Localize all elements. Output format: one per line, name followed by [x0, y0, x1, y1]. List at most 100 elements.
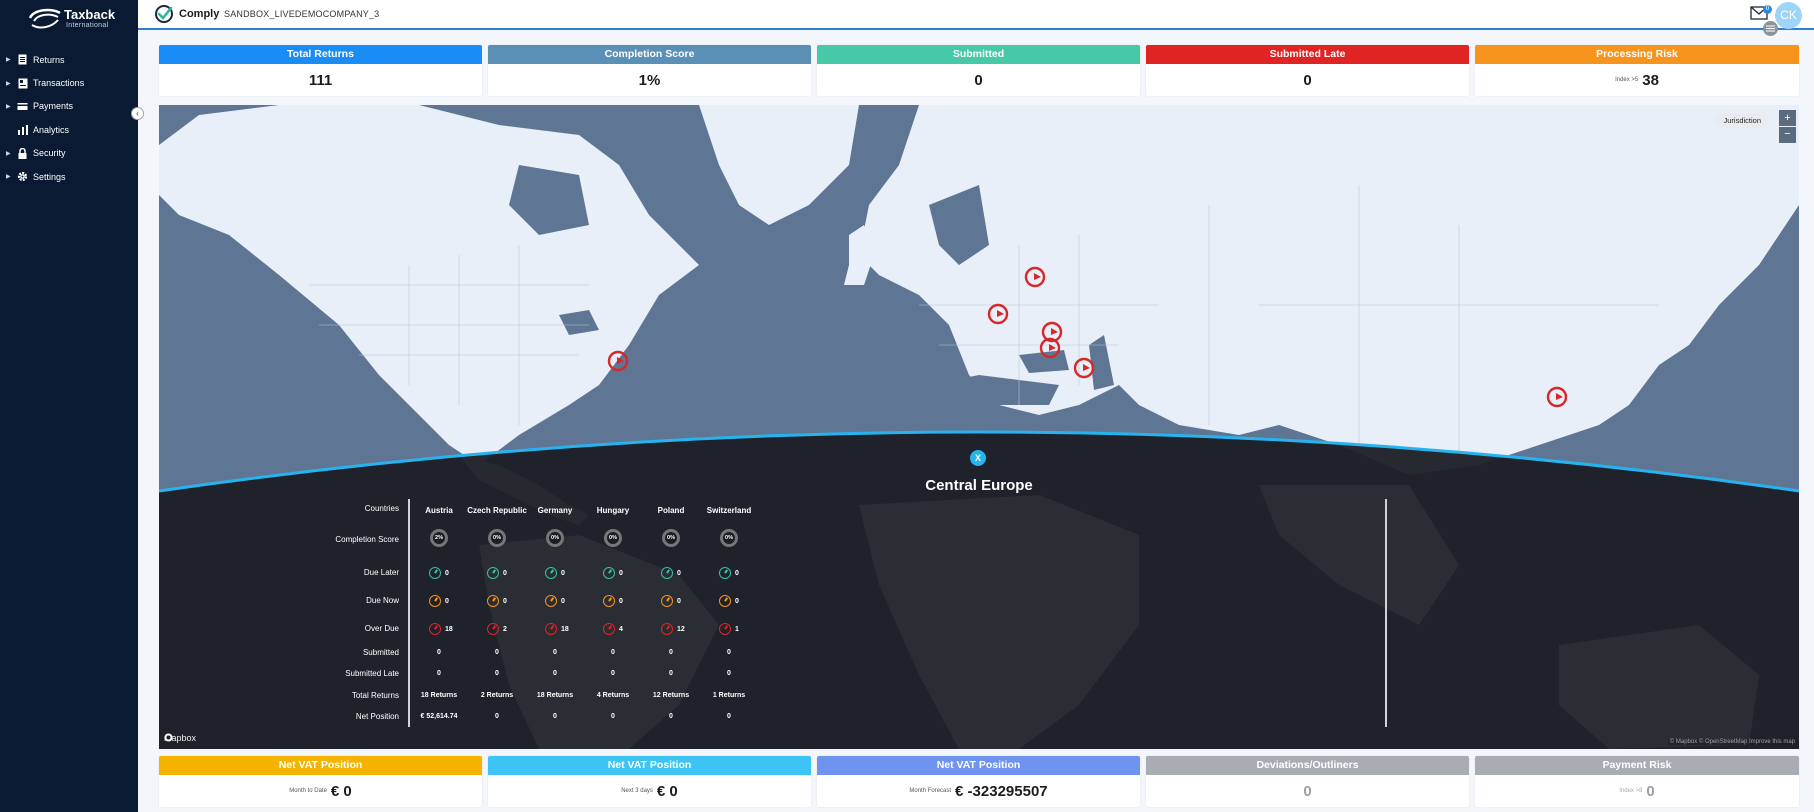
over-due-cell: 1	[719, 623, 739, 635]
completion-score-ring: 0%	[662, 529, 680, 547]
sidebar-item-transactions[interactable]: ▶ Transactions	[0, 71, 138, 94]
kpi-sub: Index >5	[1615, 77, 1639, 83]
document-icon	[16, 54, 29, 66]
kpi-value: € 0	[656, 782, 678, 800]
row-label-countries: Countries	[364, 504, 399, 513]
clock-icon	[545, 623, 557, 635]
row-label-completion-score: Completion Score	[335, 535, 399, 544]
completion-score-ring: 0%	[546, 529, 564, 547]
kpi-completion-score[interactable]: Completion Score 1%	[488, 45, 811, 96]
filter-button[interactable]	[1763, 21, 1778, 36]
sidebar: Taxback International ▶ Returns ▶ Transa…	[0, 0, 138, 812]
kpi-title: Total Returns	[159, 45, 482, 64]
row-label-submitted: Submitted	[362, 648, 399, 657]
kpi-net-vat-forecast[interactable]: Net VAT Position Month Forecast € -32329…	[817, 756, 1140, 807]
due-count: 0	[561, 597, 565, 605]
sidebar-item-returns[interactable]: ▶ Returns	[0, 48, 138, 71]
kpi-title: Processing Risk	[1475, 45, 1799, 64]
row-label-due-now: Due Now	[366, 596, 399, 605]
kpi-submitted-late[interactable]: Submitted Late 0	[1146, 45, 1469, 96]
row-label-over-due: Over Due	[364, 624, 399, 633]
clock-icon	[429, 567, 441, 579]
mapbox-logo[interactable]: mapbox	[164, 733, 196, 743]
land-greenland	[699, 105, 859, 225]
row-label-submitted-late: Submitted Late	[345, 669, 399, 678]
kpi-net-vat-next3[interactable]: Net VAT Position Next 3 days € 0	[488, 756, 811, 807]
region-close-button[interactable]: X	[970, 450, 986, 466]
kpi-title: Submitted	[817, 45, 1140, 64]
due-count: 0	[677, 569, 681, 577]
clock-icon	[719, 623, 731, 635]
due-count: 0	[503, 569, 507, 577]
due-later-cell: 0	[661, 567, 681, 579]
sliders-icon	[1766, 25, 1775, 32]
clock-icon	[661, 623, 673, 635]
panel-divider-right	[1385, 499, 1387, 727]
sidebar-item-settings[interactable]: ▶ Settings	[0, 165, 138, 188]
sidebar-item-security[interactable]: ▶ Security	[0, 142, 138, 165]
sidebar-item-payments[interactable]: ▶ Payments	[0, 95, 138, 118]
kpi-value: 0	[974, 71, 983, 89]
due-count: 0	[735, 569, 739, 577]
clock-icon	[719, 567, 731, 579]
kpi-net-vat-mtd[interactable]: Net VAT Position Month to Date € 0	[159, 756, 482, 807]
taxback-logo[interactable]: Taxback International	[28, 6, 128, 30]
world-map[interactable]: Jurisdiction + − X Central Europe Countr…	[159, 105, 1799, 749]
kpi-title: Net VAT Position	[817, 756, 1140, 775]
kpi-deviations[interactable]: Deviations/Outliners 0	[1146, 756, 1469, 807]
net-position-cell: 0	[727, 713, 731, 720]
due-count: 0	[445, 569, 449, 577]
kpi-processing-risk[interactable]: Processing Risk Index >5 38	[1475, 45, 1799, 96]
lock-icon	[16, 147, 29, 159]
sidebar-collapse-button[interactable]: ‹	[131, 107, 144, 120]
kpi-payment-risk[interactable]: Payment Risk Index >8 0	[1475, 756, 1799, 807]
region-title: Central Europe	[925, 477, 1033, 494]
completion-score-ring: 0%	[720, 529, 738, 547]
kpi-value: 1%	[638, 71, 661, 89]
due-count: 1	[735, 625, 739, 633]
clock-icon	[719, 595, 731, 607]
row-label-net-position: Net Position	[355, 712, 399, 721]
gear-icon	[16, 171, 29, 183]
map-attribution[interactable]: © Mapbox © OpenStreetMap Improve this ma…	[1667, 739, 1797, 745]
due-now-cell: 0	[661, 595, 681, 607]
brand-sub: International	[66, 22, 109, 29]
chevron-left-icon: ‹	[136, 109, 139, 118]
sidebar-item-label: Returns	[33, 54, 65, 65]
due-now-cell: 0	[719, 595, 739, 607]
taxback-swoosh-icon	[28, 8, 61, 29]
user-avatar[interactable]: CK	[1775, 2, 1802, 29]
comply-check-icon[interactable]	[154, 4, 174, 24]
due-count: 18	[445, 625, 453, 633]
caret-right-icon: ▶	[6, 103, 11, 110]
receipt-icon	[16, 77, 29, 89]
due-later-cell: 0	[487, 567, 507, 579]
completion-score-ring: 0%	[604, 529, 622, 547]
kpi-sub: Next 3 days	[621, 788, 653, 794]
over-due-cell: 2	[487, 623, 507, 635]
zoom-out-button[interactable]: −	[1779, 127, 1796, 143]
kpi-submitted[interactable]: Submitted 0	[817, 45, 1140, 96]
kpi-title: Completion Score	[488, 45, 811, 64]
clock-icon	[487, 623, 499, 635]
company-name: SANDBOX_LIVEDEMOCOMPANY_3	[224, 9, 380, 19]
kpi-total-returns[interactable]: Total Returns 111	[159, 45, 482, 96]
over-due-cell: 18	[545, 623, 569, 635]
due-count: 0	[619, 597, 623, 605]
kpi-value: 38	[1642, 71, 1659, 89]
zoom-in-button[interactable]: +	[1779, 110, 1796, 126]
sidebar-item-analytics[interactable]: Analytics	[0, 118, 138, 141]
jurisdiction-toggle[interactable]: Jurisdiction	[1715, 113, 1769, 128]
kpi-sub: Month to Date	[289, 788, 327, 794]
total-returns-cell: 1 Returns	[712, 692, 746, 699]
caret-right-icon: ▶	[6, 80, 11, 87]
due-now-cell: 0	[429, 595, 449, 607]
kpi-sub: Index >8	[1619, 788, 1643, 794]
clock-icon	[487, 567, 499, 579]
clock-icon	[603, 623, 615, 635]
due-count: 0	[677, 597, 681, 605]
caret-right-icon: ▶	[6, 174, 11, 181]
due-later-cell: 0	[719, 567, 739, 579]
kpi-title: Net VAT Position	[488, 756, 811, 775]
sidebar-item-label: Payments	[33, 101, 74, 112]
